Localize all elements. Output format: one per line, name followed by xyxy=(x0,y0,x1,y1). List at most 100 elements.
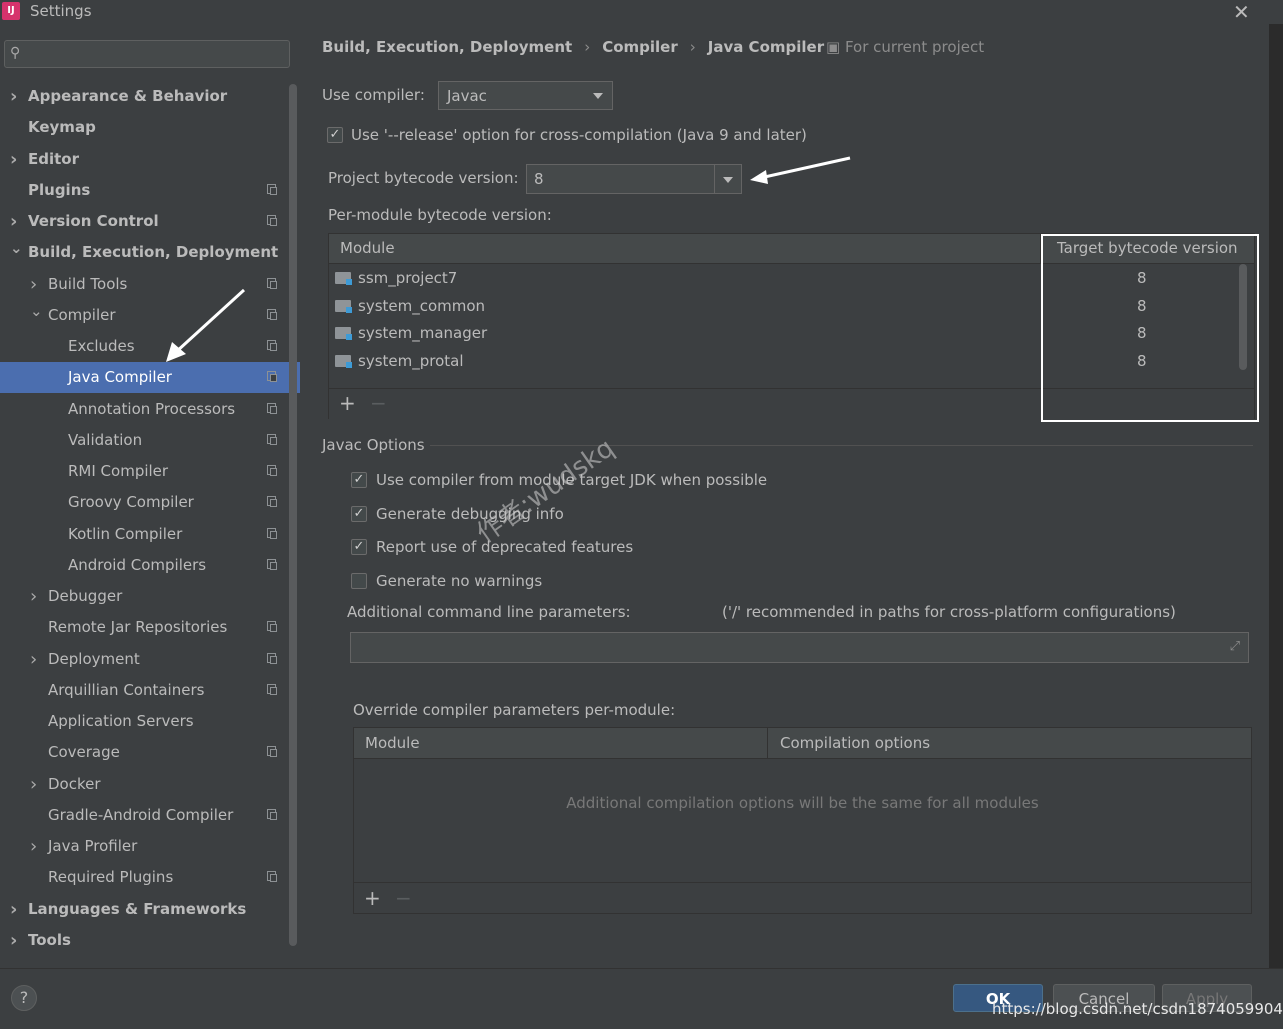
sidebar-item[interactable]: Arquillian Containers xyxy=(0,675,300,706)
sidebar-item[interactable]: Plugins xyxy=(0,175,300,206)
sidebar-item[interactable]: › Debugger xyxy=(0,581,300,612)
bytecode-version-select[interactable]: 8 xyxy=(526,164,742,194)
project-scope-icon xyxy=(267,278,277,289)
project-scope-icon xyxy=(267,684,277,695)
project-scope-icon xyxy=(267,434,277,445)
javac-option-checkbox[interactable]: ✓ xyxy=(351,506,367,522)
sidebar-item[interactable]: Validation xyxy=(0,425,300,456)
cmd-params-hint: ('/' recommended in paths for cross-plat… xyxy=(722,603,1176,621)
project-scope-icon: ▣ xyxy=(826,38,845,56)
compiler-select[interactable]: Javac xyxy=(438,81,613,110)
sidebar-item[interactable]: › Appearance & Behavior xyxy=(0,81,300,112)
sidebar-item[interactable]: ⌄ Build, Execution, Deployment xyxy=(0,237,300,268)
search-icon: ⚲ xyxy=(10,45,21,61)
cmd-params-input[interactable]: ⤢ xyxy=(350,632,1249,663)
module-folder-icon xyxy=(335,354,352,368)
breadcrumb-item[interactable]: Build, Execution, Deployment xyxy=(322,38,572,56)
javac-option-checkbox[interactable]: ✓ xyxy=(351,472,367,488)
column-header-module[interactable]: Module xyxy=(340,239,395,257)
sidebar-item[interactable]: › Deployment xyxy=(0,644,300,675)
chevron-right-icon[interactable]: › xyxy=(10,81,17,112)
breadcrumb-item[interactable]: Compiler xyxy=(602,38,678,56)
project-scope-icon xyxy=(267,309,277,320)
add-module-button[interactable]: + xyxy=(339,391,356,415)
sidebar-item[interactable]: Android Compilers xyxy=(0,550,300,581)
sidebar-item[interactable]: › Docker xyxy=(0,769,300,800)
project-scope-icon xyxy=(267,871,277,882)
release-option-checkbox[interactable]: ✓ xyxy=(327,127,343,143)
window-title: Settings xyxy=(30,2,92,20)
project-scope-icon xyxy=(267,809,277,820)
sidebar-item-label: Java Compiler xyxy=(68,368,172,386)
sidebar-item-label: Docker xyxy=(48,775,101,793)
sidebar-item[interactable]: Coverage xyxy=(0,737,300,768)
project-scope-icon xyxy=(267,184,277,195)
sidebar-item-label: Groovy Compiler xyxy=(68,493,194,511)
cmd-params-label: Additional command line parameters: xyxy=(347,603,631,621)
sidebar-item[interactable]: Groovy Compiler xyxy=(0,487,300,518)
sidebar-item-label: Gradle-Android Compiler xyxy=(48,806,234,824)
module-name-cell[interactable]: system_manager xyxy=(358,324,487,342)
chevron-right-icon[interactable]: › xyxy=(10,925,17,956)
module-name-cell[interactable]: ssm_project7 xyxy=(358,269,457,287)
sidebar-item[interactable]: Keymap xyxy=(0,112,300,143)
project-scope-icon xyxy=(267,371,277,382)
sidebar-item[interactable]: › Editor xyxy=(0,144,300,175)
chevron-right-icon[interactable]: › xyxy=(30,644,37,675)
chevron-right-icon[interactable]: › xyxy=(10,144,17,175)
chevron-down-icon xyxy=(593,93,603,99)
sidebar-item[interactable]: › Build Tools xyxy=(0,269,300,300)
chevron-down-icon[interactable]: ⌄ xyxy=(30,296,43,327)
column-header-module[interactable]: Module xyxy=(365,734,420,752)
remove-override-button[interactable]: − xyxy=(395,886,412,910)
sidebar-item[interactable]: Java Compiler xyxy=(0,362,300,393)
javac-option-checkbox[interactable] xyxy=(351,573,367,589)
annotation-arrow-icon xyxy=(166,288,246,362)
sidebar-item[interactable]: Kotlin Compiler xyxy=(0,519,300,550)
breadcrumb-separator: › xyxy=(689,38,696,56)
chevron-right-icon[interactable]: › xyxy=(30,831,37,862)
sidebar-item[interactable]: › Java Profiler xyxy=(0,831,300,862)
chevron-right-icon[interactable]: › xyxy=(10,894,17,925)
chevron-right-icon[interactable]: › xyxy=(30,769,37,800)
project-scope-icon xyxy=(267,528,277,539)
sidebar-item[interactable]: Excludes xyxy=(0,331,300,362)
module-name-cell[interactable]: system_protal xyxy=(358,352,464,370)
per-module-label: Per-module bytecode version: xyxy=(328,206,552,224)
sidebar-item[interactable]: Application Servers xyxy=(0,706,300,737)
expand-icon[interactable]: ⤢ xyxy=(1230,639,1240,654)
column-header-options[interactable]: Compilation options xyxy=(780,734,930,752)
sidebar-item[interactable]: › Version Control xyxy=(0,206,300,237)
project-scope-icon xyxy=(267,340,277,351)
sidebar-item[interactable]: › Languages & Frameworks xyxy=(0,894,300,925)
sidebar-item-label: RMI Compiler xyxy=(68,462,169,480)
module-name-cell[interactable]: system_common xyxy=(358,297,485,315)
sidebar-item-label: Coverage xyxy=(48,743,120,761)
project-scope-icon xyxy=(267,465,277,476)
chevron-down-icon[interactable]: ⌄ xyxy=(10,233,23,264)
chevron-right-icon[interactable]: › xyxy=(30,581,37,612)
breadcrumb-item-current: Java Compiler xyxy=(707,38,825,56)
sidebar-item-label: Editor xyxy=(28,150,79,168)
search-input[interactable] xyxy=(4,40,290,68)
use-compiler-label: Use compiler: xyxy=(322,86,425,104)
close-icon[interactable]: ✕ xyxy=(1233,0,1250,24)
sidebar-item[interactable]: ⌄ Compiler xyxy=(0,300,300,331)
sidebar-item-label: Android Compilers xyxy=(68,556,207,574)
sidebar-item-label: Validation xyxy=(68,431,143,449)
remove-module-button[interactable]: − xyxy=(370,391,387,415)
column-divider xyxy=(767,728,768,758)
sidebar-item[interactable]: RMI Compiler xyxy=(0,456,300,487)
project-scope-icon xyxy=(267,215,277,226)
add-override-button[interactable]: + xyxy=(364,886,381,910)
sidebar-item[interactable]: Remote Jar Repositories xyxy=(0,612,300,643)
help-button[interactable]: ? xyxy=(11,985,37,1011)
sidebar-item[interactable]: › Tools xyxy=(0,925,300,956)
sidebar-item-label: Required Plugins xyxy=(48,868,174,886)
tree-scrollbar[interactable] xyxy=(289,84,297,946)
javac-option-checkbox[interactable]: ✓ xyxy=(351,539,367,555)
sidebar-item[interactable]: Annotation Processors xyxy=(0,394,300,425)
sidebar-item[interactable]: Required Plugins xyxy=(0,862,300,893)
module-folder-icon xyxy=(335,272,352,285)
sidebar-item[interactable]: Gradle-Android Compiler xyxy=(0,800,300,831)
